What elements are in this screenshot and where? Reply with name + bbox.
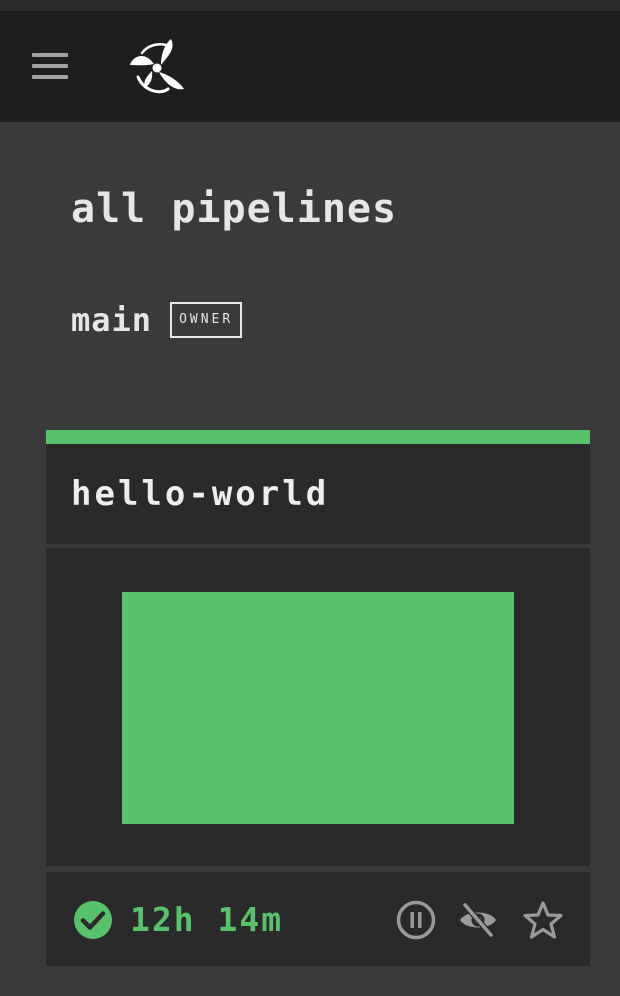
pipeline-card-footer: 12h 14m	[46, 872, 590, 966]
team-name: main	[71, 301, 153, 339]
top-bar	[0, 11, 620, 122]
top-strip	[0, 0, 620, 11]
concourse-logo-icon[interactable]	[124, 35, 190, 101]
job-preview-box[interactable]	[122, 592, 514, 824]
check-circle-icon	[74, 901, 112, 939]
pause-circle-icon[interactable]	[396, 900, 436, 940]
hamburger-icon[interactable]	[32, 53, 68, 79]
pipeline-name[interactable]: hello-world	[71, 474, 329, 514]
pipeline-duration: 12h 14m	[130, 900, 284, 939]
eye-off-icon[interactable]	[458, 900, 498, 940]
page-title: all pipelines	[71, 186, 398, 232]
pipeline-preview	[46, 548, 590, 866]
pipeline-card-header[interactable]: hello-world	[46, 444, 590, 544]
role-badge: OWNER	[170, 302, 243, 338]
pipeline-status-bar	[46, 430, 590, 444]
star-outline-icon[interactable]	[523, 900, 563, 940]
team-header: main OWNER	[71, 300, 243, 340]
